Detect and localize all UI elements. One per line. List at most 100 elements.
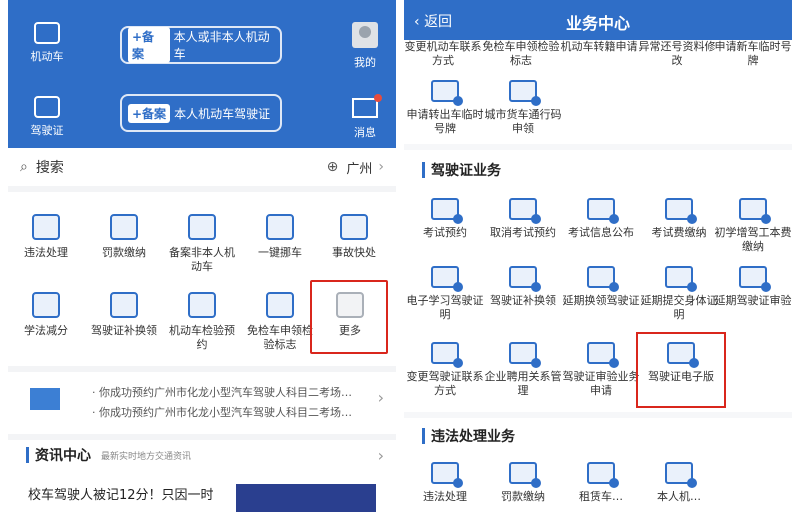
service-item[interactable]: 延期驾驶证审验	[714, 266, 792, 308]
service-item[interactable]: 申请新车临时号牌	[714, 40, 792, 68]
audit-icon	[739, 266, 771, 292]
register-vehicle-label: 本人或非本人机动车	[173, 30, 270, 61]
register-tag: +备案	[128, 27, 170, 63]
service-label: 罚款缴纳	[501, 490, 545, 503]
notice-line: · 你成功预约广州市化龙小型汽车驾驶人科目二考场…	[92, 386, 352, 399]
search-placeholder: 搜索	[35, 160, 64, 176]
service-item[interactable]: 企业聘用关系管理	[484, 342, 562, 398]
service-item[interactable]: 驾驶证审验业务申请	[562, 342, 640, 398]
service-item[interactable]: 免检车申领检验标志	[482, 40, 560, 68]
envelope-icon	[352, 94, 382, 118]
right-screen: ‹ 返回 业务中心 变更机动车联系方式 免检车申领检验标志 机动车转籍申请 异常…	[404, 0, 792, 512]
service-label: 变更驾驶证联系方式	[406, 370, 484, 397]
grid-item-label: 免检车申领检验标志	[247, 324, 313, 351]
service-item[interactable]: 罚款缴纳	[484, 462, 562, 504]
chevron-right-icon: ›	[377, 445, 384, 465]
service-label: 免检车申领检验标志	[482, 40, 560, 67]
grid-item-fine[interactable]: 罚款缴纳	[88, 214, 160, 260]
service-label: 违法处理	[423, 490, 467, 503]
service-label: 取消考试预约	[490, 226, 556, 239]
service-item[interactable]: 机动车转籍申请	[560, 40, 638, 54]
grid-item-violation[interactable]: 违法处理	[10, 214, 82, 260]
service-label: 城市货车通行码申领	[484, 108, 562, 135]
location-icon: ⊕	[326, 159, 339, 175]
news-thumbnail[interactable]	[236, 484, 376, 512]
license-icon	[110, 292, 138, 318]
highlight-box	[310, 280, 388, 354]
grid-item-study[interactable]: 学法减分	[10, 292, 82, 338]
grid-item-register-other[interactable]: 备案非本人机动车	[166, 214, 238, 274]
exam-info-icon	[587, 198, 619, 224]
car-icon	[34, 22, 60, 44]
service-item[interactable]: 租赁车…	[562, 462, 640, 504]
fee-icon	[665, 198, 697, 224]
register-icon	[188, 214, 216, 240]
grid-item-label: 罚款缴纳	[102, 246, 146, 259]
register-vehicle-button[interactable]: +备案 本人或非本人机动车	[120, 26, 282, 64]
news-headline[interactable]: 校车驾驶人被记12分！只因一时	[28, 484, 214, 503]
service-label: 延期提交身体证明	[640, 294, 718, 321]
grid-item-label: 事故快处	[332, 246, 376, 259]
grid-item-label: 备案非本人机动车	[169, 246, 235, 273]
register-license-button[interactable]: +备案 本人机动车驾驶证	[120, 94, 282, 132]
grid-item-move-car[interactable]: 一键挪车	[244, 214, 316, 260]
section-marker	[422, 428, 425, 444]
grid-item-license-replace[interactable]: 驾驶证补换领	[88, 292, 160, 338]
messages-label: 消息	[354, 126, 376, 139]
service-item[interactable]: 延期换领驾驶证	[562, 266, 640, 308]
mine-entry[interactable]: 我的	[338, 22, 392, 70]
grid-item-label: 一键挪车	[258, 246, 302, 259]
audit-apply-icon	[587, 342, 619, 368]
service-item[interactable]: 本人机…	[640, 462, 718, 504]
service-item[interactable]: 初学增驾工本费缴纳	[714, 198, 792, 254]
register-license-label: 本人机动车驾驶证	[174, 106, 271, 121]
messages-entry[interactable]: 消息	[338, 94, 392, 140]
service-item[interactable]: 驾驶证补换领	[484, 266, 562, 308]
service-label: 机动车转籍申请	[560, 40, 638, 53]
service-item[interactable]: 申请转出车临时号牌	[406, 80, 484, 136]
news-title: 资讯中心	[35, 448, 91, 464]
grid-item-accident[interactable]: 事故快处	[318, 214, 390, 260]
enterprise-icon	[509, 342, 541, 368]
left-screen: 机动车 驾驶证 +备案 本人或非本人机动车 +备案 本人机动车驾驶证 我的 消息…	[8, 0, 396, 512]
service-label: 驾驶证审验业务申请	[562, 370, 640, 397]
envelope-icon	[30, 388, 60, 410]
car-violation-icon	[32, 214, 60, 240]
grid-item-exempt[interactable]: 免检车申领检验标志	[244, 292, 316, 352]
service-item[interactable]: 取消考试预约	[484, 198, 562, 240]
truck-pass-icon	[509, 80, 541, 106]
service-item[interactable]: 电子学习驾驶证明	[406, 266, 484, 322]
service-item[interactable]: 异常还号资料修改	[638, 40, 716, 68]
section-title-text: 驾驶证业务	[431, 163, 501, 179]
search-bar[interactable]: ⌕ 搜索 ⊕ 广州 ›	[8, 148, 396, 192]
news-header[interactable]: 资讯中心 最新实时地方交通资讯 ›	[8, 434, 396, 470]
service-item[interactable]: 违法处理	[406, 462, 484, 504]
service-item[interactable]: 城市货车通行码申领	[484, 80, 562, 136]
section-title-text: 违法处理业务	[431, 429, 515, 445]
grid-item-inspection[interactable]: 机动车检验预约	[166, 292, 238, 352]
service-item[interactable]: 考试信息公布	[562, 198, 640, 240]
motor-vehicle-entry[interactable]: 机动车	[12, 22, 82, 64]
service-item[interactable]: 延期提交身体证明	[640, 266, 718, 322]
service-label: 本人机…	[657, 490, 701, 503]
notice-panel[interactable]: · 你成功预约广州市化龙小型汽车驾驶人科目二考场… · 你成功预约广州市化龙小型…	[8, 366, 396, 428]
study-icon	[32, 292, 60, 318]
temp-plate-icon	[431, 80, 463, 106]
city-label[interactable]: 广州	[346, 158, 372, 177]
service-label: 企业聘用关系管理	[484, 370, 562, 397]
service-item[interactable]: 考试预约	[406, 198, 484, 240]
service-label: 异常还号资料修改	[638, 40, 716, 67]
chevron-right-icon: ›	[377, 388, 384, 407]
fine-icon	[110, 214, 138, 240]
service-item[interactable]: 变更驾驶证联系方式	[406, 342, 484, 398]
extend-icon	[587, 266, 619, 292]
license-entry[interactable]: 驾驶证	[12, 96, 82, 138]
move-car-icon	[266, 214, 294, 240]
grid-item-label: 学法减分	[24, 324, 68, 337]
news-subtitle: 最新实时地方交通资讯	[101, 451, 192, 462]
service-item[interactable]: 考试费缴纳	[640, 198, 718, 240]
service-label: 初学增驾工本费缴纳	[714, 226, 792, 253]
service-label: 租赁车…	[579, 490, 623, 503]
service-item[interactable]: 变更机动车联系方式	[404, 40, 482, 68]
unread-dot	[374, 94, 382, 102]
